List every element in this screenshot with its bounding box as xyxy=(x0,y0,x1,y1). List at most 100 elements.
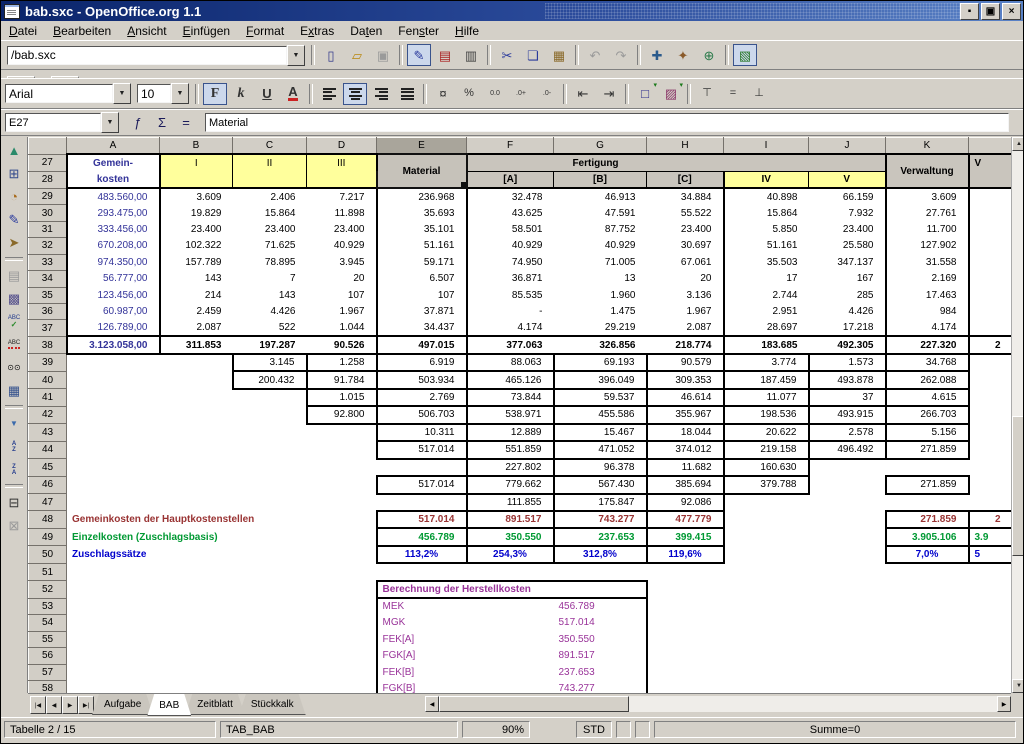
cell[interactable]: 517.014 xyxy=(377,476,467,493)
column-header-a[interactable]: A xyxy=(67,138,160,155)
cell[interactable] xyxy=(67,648,160,664)
cell[interactable]: 1.044 xyxy=(307,320,377,336)
cell[interactable]: 34.884 xyxy=(647,188,724,204)
font-name-dropdown-icon[interactable]: ▼ xyxy=(113,83,131,104)
cell[interactable]: 2.744 xyxy=(724,287,809,303)
draw-functions-icon[interactable]: ✎ xyxy=(3,209,25,230)
row-header-57[interactable]: 57 xyxy=(29,664,67,680)
cell[interactable]: MEK xyxy=(377,598,554,614)
cell[interactable]: 7,0% xyxy=(886,546,969,563)
cell[interactable]: V xyxy=(969,154,1012,171)
background-color-icon[interactable]: ▨ xyxy=(659,83,683,105)
cell[interactable]: FEK[A] xyxy=(377,631,554,647)
font-name-input[interactable] xyxy=(5,84,113,103)
cell[interactable] xyxy=(377,563,467,580)
cell[interactable] xyxy=(160,598,233,614)
cell[interactable]: 456.789 xyxy=(554,598,647,614)
cell[interactable]: 254,3% xyxy=(467,546,554,563)
cell[interactable] xyxy=(233,389,307,406)
cell[interactable]: 1.960 xyxy=(554,287,647,303)
scroll-right-icon[interactable]: ▶ xyxy=(997,696,1011,712)
cell[interactable] xyxy=(809,494,886,511)
cell[interactable] xyxy=(307,441,377,458)
cell[interactable]: Gemeinkosten der Hauptkostenstellen xyxy=(67,511,160,528)
row-header-37[interactable]: 37 xyxy=(29,320,67,336)
cell[interactable] xyxy=(307,424,377,441)
cell[interactable]: 779.662 xyxy=(467,476,554,493)
insert-cells-icon[interactable]: ⊞ xyxy=(3,163,25,184)
cell[interactable]: 477.779 xyxy=(647,511,724,528)
horizontal-scrollbar-thumb[interactable] xyxy=(439,696,629,712)
cell[interactable]: [A] xyxy=(467,171,554,188)
cell[interactable]: 227.802 xyxy=(467,459,554,476)
column-header-f[interactable]: F xyxy=(467,138,554,155)
cell[interactable]: 4.174 xyxy=(467,320,554,336)
cell[interactable]: 2 xyxy=(969,511,1012,528)
cell[interactable]: 7.217 xyxy=(307,188,377,204)
cell[interactable] xyxy=(307,664,377,680)
cell[interactable] xyxy=(809,511,886,528)
cell[interactable] xyxy=(969,648,1012,664)
cell[interactable]: 111.855 xyxy=(467,494,554,511)
row-header-50[interactable]: 50 xyxy=(29,546,67,563)
name-box-dropdown-icon[interactable]: ▼ xyxy=(101,112,119,133)
sum-icon[interactable]: Σ xyxy=(152,113,172,133)
cell[interactable] xyxy=(969,254,1012,270)
cell[interactable]: Einzelkosten (Zuschlagsbasis) xyxy=(67,528,160,545)
cell[interactable]: 3.609 xyxy=(160,188,233,204)
cell[interactable] xyxy=(809,546,886,563)
cell[interactable] xyxy=(160,563,233,580)
cell[interactable] xyxy=(724,494,809,511)
menu-item-fenster[interactable]: Fenster xyxy=(390,23,447,39)
cell[interactable]: 13 xyxy=(554,271,647,287)
cell[interactable] xyxy=(160,681,233,694)
cell[interactable]: 197.287 xyxy=(233,336,307,353)
cell[interactable] xyxy=(307,171,377,188)
autoformat-icon[interactable]: ▩ xyxy=(3,288,25,309)
cell[interactable]: 18.044 xyxy=(647,424,724,441)
cell[interactable]: 385.694 xyxy=(647,476,724,493)
cell[interactable]: 200.432 xyxy=(233,371,307,388)
cell[interactable]: 743.277 xyxy=(554,681,647,694)
cell[interactable] xyxy=(160,389,233,406)
row-header-44[interactable]: 44 xyxy=(29,441,67,458)
cell[interactable]: 90.579 xyxy=(647,354,724,371)
cell[interactable] xyxy=(160,171,233,188)
cell[interactable]: 59.537 xyxy=(554,389,647,406)
cell[interactable]: 32.478 xyxy=(467,188,554,204)
cell[interactable] xyxy=(160,371,233,388)
cell[interactable]: 23.400 xyxy=(160,221,233,237)
align-bottom-icon[interactable]: ⊥ xyxy=(747,83,771,105)
bold-icon[interactable]: F xyxy=(203,83,227,105)
cell[interactable]: 3.945 xyxy=(307,254,377,270)
hyperlink-icon[interactable]: ⊕ xyxy=(697,44,721,66)
cell[interactable]: 237.653 xyxy=(554,664,647,680)
cell[interactable]: [B] xyxy=(554,171,647,188)
cell[interactable]: 69.193 xyxy=(554,354,647,371)
autopilot-icon[interactable]: ✦ xyxy=(671,44,695,66)
cell[interactable] xyxy=(886,664,969,680)
cell[interactable] xyxy=(307,528,377,545)
cell[interactable]: 43.625 xyxy=(467,205,554,221)
cell[interactable] xyxy=(233,681,307,694)
cell[interactable] xyxy=(724,546,809,563)
cell[interactable] xyxy=(67,441,160,458)
cell[interactable]: 37.871 xyxy=(377,304,467,320)
row-header-34[interactable]: 34 xyxy=(29,271,67,287)
cell[interactable] xyxy=(67,459,160,476)
first-sheet-icon[interactable]: |◀ xyxy=(30,696,46,714)
cell[interactable]: 47.591 xyxy=(554,205,647,221)
cell[interactable]: 517.014 xyxy=(554,615,647,631)
cell[interactable] xyxy=(67,494,160,511)
row-header-36[interactable]: 36 xyxy=(29,304,67,320)
cell[interactable] xyxy=(647,615,724,631)
cell[interactable]: 40.929 xyxy=(467,238,554,254)
cell[interactable] xyxy=(233,631,307,647)
cell[interactable] xyxy=(307,648,377,664)
cell[interactable] xyxy=(647,598,724,614)
cell[interactable] xyxy=(233,441,307,458)
column-header-h[interactable]: H xyxy=(647,138,724,155)
cell[interactable]: 167 xyxy=(809,271,886,287)
cell[interactable] xyxy=(160,476,233,493)
cell[interactable] xyxy=(647,563,724,580)
